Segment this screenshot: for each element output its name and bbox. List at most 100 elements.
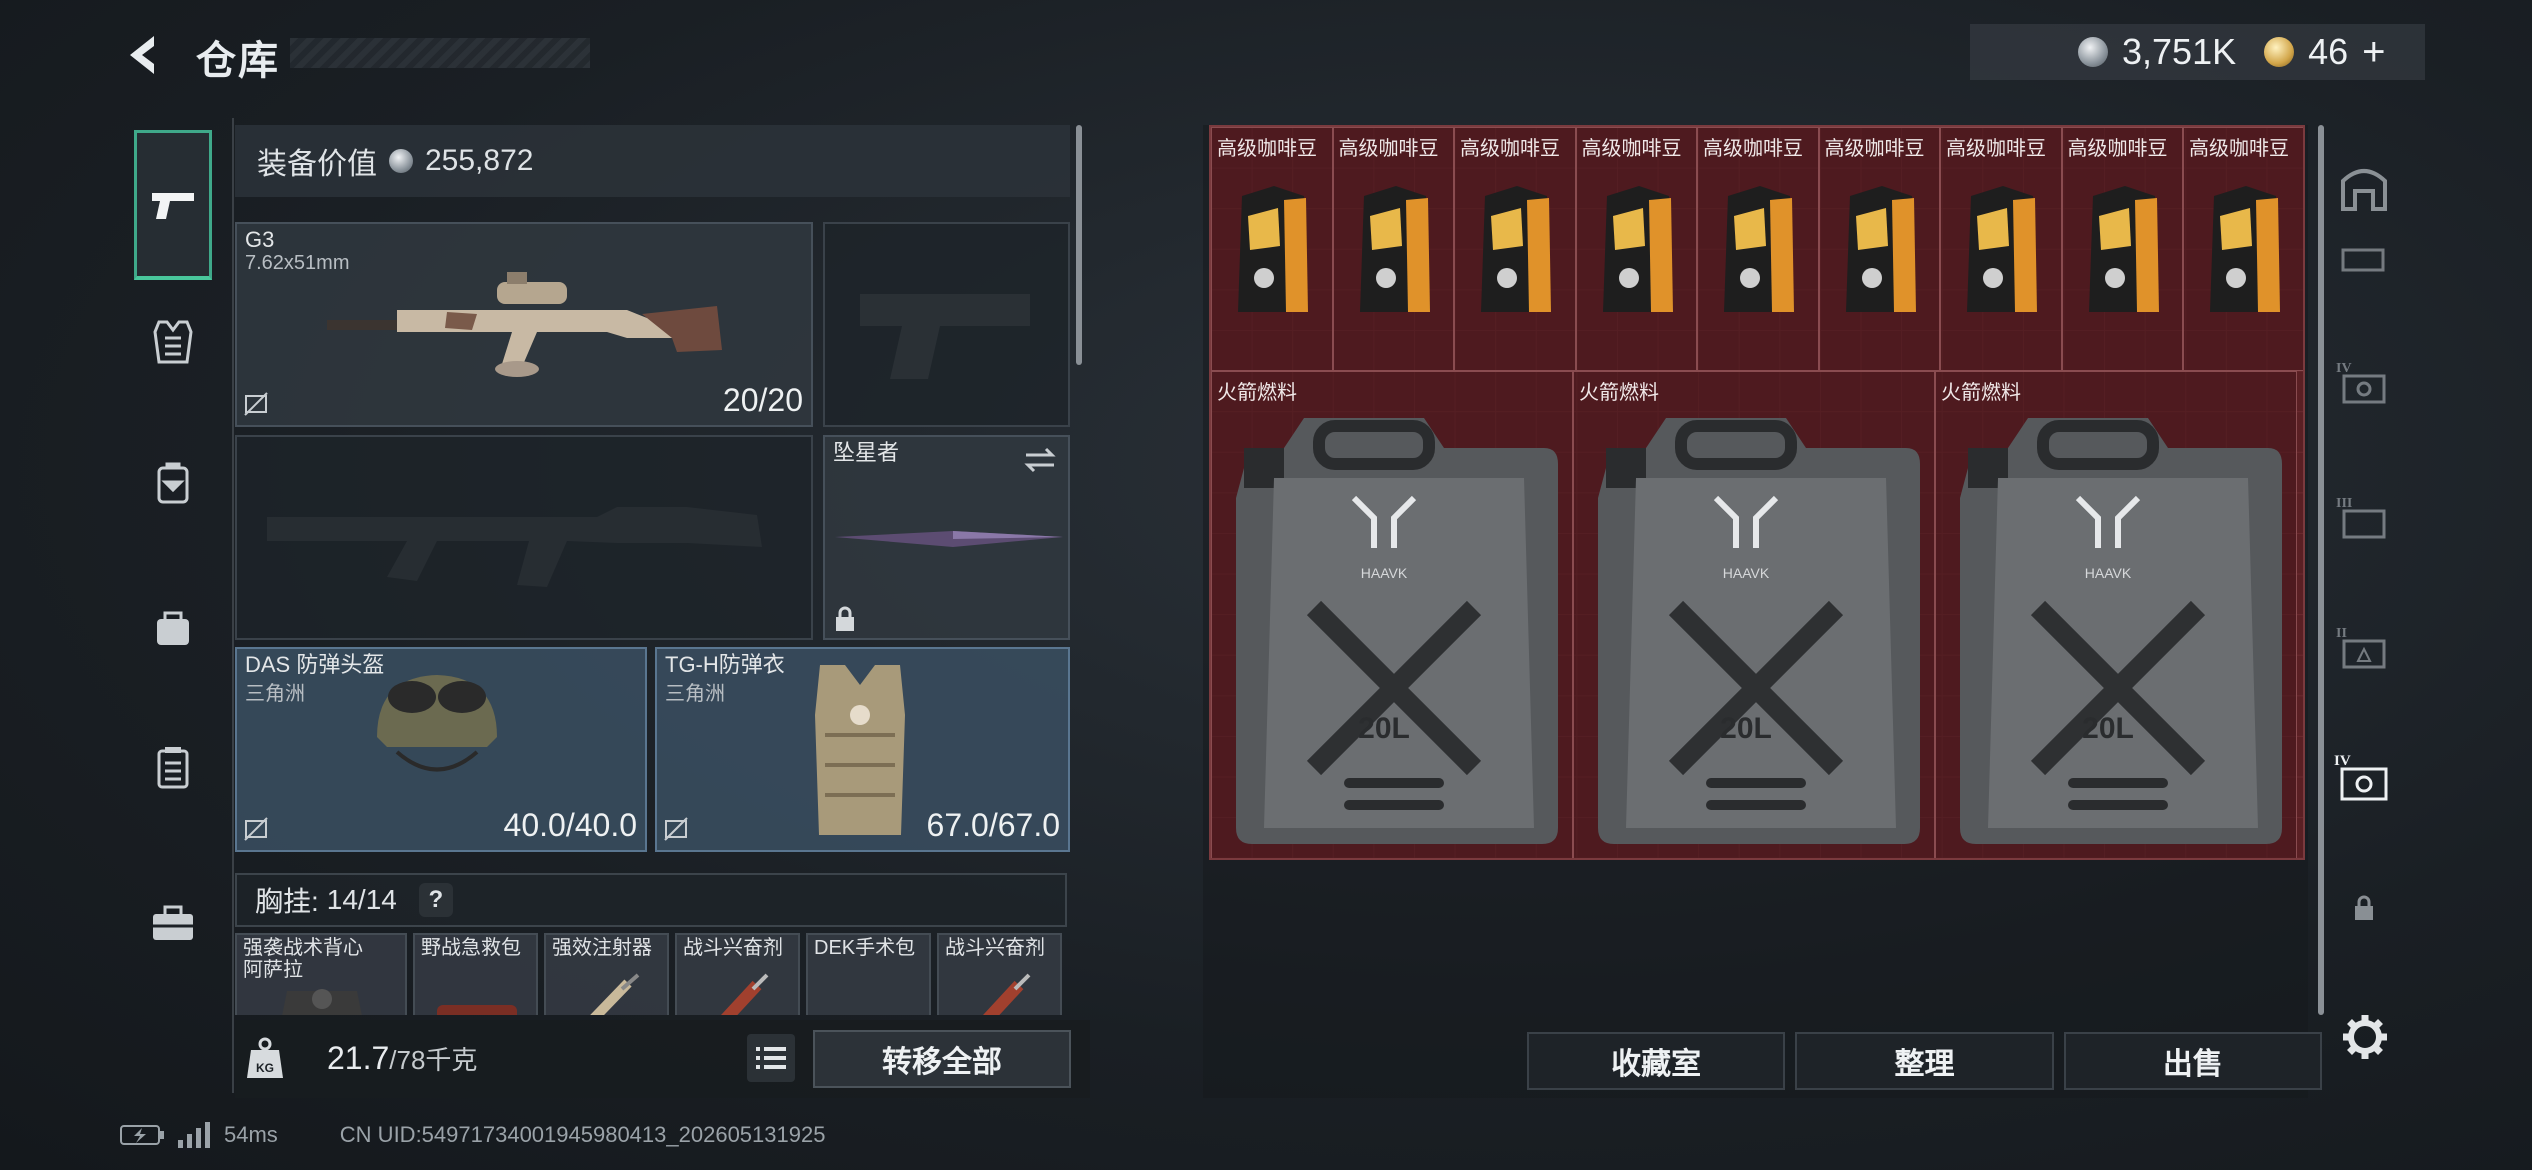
- nav-armor[interactable]: [134, 303, 212, 381]
- loadout-scrollbar[interactable]: [1076, 125, 1082, 365]
- pistol-icon: [152, 192, 194, 219]
- uid-text: CN UID:54971734001945980413_202605131925: [339, 1122, 826, 1147]
- container-icon: [157, 747, 189, 789]
- help-button[interactable]: ?: [418, 883, 453, 917]
- stash-item-rocket-fuel[interactable]: 火箭燃料 HAAVK 20L: [1935, 371, 2297, 858]
- rig-item[interactable]: 强效注射器: [544, 933, 669, 1015]
- stash-page-iii[interactable]: III: [2334, 488, 2394, 548]
- body-armor-slot[interactable]: TG-H防弹衣 三角洲 67.0/67.0: [655, 647, 1070, 852]
- weight-max: /78千克: [389, 1045, 478, 1075]
- stash-grid: 高级咖啡豆 高级咖啡豆 高级咖啡豆 高级咖啡豆 高级咖啡豆 高级咖啡豆 高级咖啡豆 高级咖啡豆…: [1209, 125, 2305, 860]
- lock-icon: [2355, 895, 2373, 920]
- rig-capacity: 14/14: [326, 884, 397, 915]
- stash-tier-iii-icon: III: [2336, 496, 2386, 539]
- toolbox-icon: [153, 905, 193, 940]
- gold-balance: 46: [2308, 31, 2349, 72]
- item-label: 火箭燃料: [1579, 382, 1659, 404]
- rig-item[interactable]: DEK手术包: [806, 933, 931, 1015]
- primary-weapon-slot[interactable]: G3 7.62x51mm 20/20: [235, 222, 813, 427]
- stash-item-coffee[interactable]: 高级咖啡豆: [1454, 127, 1576, 371]
- coffee-bag-image: [1967, 186, 2037, 312]
- coffee-bag-image: [1359, 186, 1430, 312]
- status-line: 54ms CN UID:54971734001945980413_2026051…: [120, 1122, 825, 1148]
- nav-bag[interactable]: [134, 588, 212, 666]
- injector-image: [590, 973, 640, 1015]
- stash-item-rocket-fuel[interactable]: 火箭燃料 HAAVK 20L: [1573, 371, 1935, 858]
- nav-toolbox[interactable]: [134, 883, 212, 961]
- coffee-bag-image: [1724, 186, 1794, 312]
- weapon-durability: 20/20: [722, 382, 803, 418]
- stash-item-coffee[interactable]: 高级咖啡豆: [1697, 127, 1819, 371]
- fuel-brand-text: HAAVK: [2085, 565, 2132, 581]
- nav-container[interactable]: [134, 728, 212, 806]
- item-label: 火箭燃料: [1217, 382, 1297, 404]
- stash-page-v[interactable]: [2334, 238, 2394, 278]
- stash-item-coffee[interactable]: 高级咖啡豆: [1575, 127, 1697, 371]
- stash-page-iv[interactable]: IV: [2334, 353, 2394, 413]
- stash-page-ii[interactable]: II: [2334, 618, 2394, 678]
- helmet-slot[interactable]: DAS 防弹头盔 三角洲 40.0/40.0: [235, 647, 647, 852]
- coffee-bag-image: [1602, 186, 1673, 312]
- item-label: 高级咖啡豆: [1217, 138, 1317, 160]
- swap-icon[interactable]: [1022, 445, 1058, 475]
- nav-weapons[interactable]: [134, 130, 212, 280]
- melee-slot[interactable]: 坠星者: [823, 435, 1070, 640]
- stash-page-iv-active[interactable]: IV: [2334, 748, 2394, 808]
- item-label: 高级咖啡豆: [1703, 138, 1803, 160]
- stash-tier-iv-icon: IV: [2336, 361, 2386, 404]
- helmet-faction: 三角洲: [245, 683, 305, 705]
- jerry-can-image: HAAVK 20L: [1236, 418, 1558, 844]
- backpack-icon: [157, 462, 189, 504]
- vest-image: [815, 665, 905, 835]
- secondary-weapon-slot[interactable]: [235, 435, 813, 640]
- back-button[interactable]: [120, 30, 170, 80]
- stash-item-coffee[interactable]: 高级咖啡豆: [2183, 127, 2303, 371]
- back-arrow-icon: [130, 36, 154, 74]
- no-insurance-icon: [664, 817, 688, 841]
- stash-page-all[interactable]: [2334, 158, 2394, 218]
- stash-page-locked: [2334, 878, 2394, 938]
- rig-item-name: 战斗兴奋剂: [683, 937, 783, 959]
- coffee-bag-image: [1238, 186, 1308, 312]
- item-label: 高级咖啡豆: [1581, 138, 1682, 160]
- rifle-silhouette-icon: [267, 507, 762, 587]
- fuel-capacity-text: 20L: [1720, 712, 1772, 745]
- stash-item-coffee[interactable]: 高级咖啡豆: [1940, 127, 2062, 371]
- weight-current: 21.7: [327, 1040, 390, 1076]
- nav-backpack[interactable]: [134, 443, 212, 521]
- svg-text:KG: KG: [256, 1061, 274, 1075]
- list-view-button[interactable]: [747, 1034, 795, 1082]
- rig-item[interactable]: 战斗兴奋剂: [937, 933, 1062, 1015]
- medkit-image: [437, 1005, 517, 1015]
- collection-button[interactable]: 收藏室: [1527, 1032, 1786, 1090]
- ping-text: 54ms: [224, 1122, 278, 1147]
- svg-text:II: II: [2336, 626, 2347, 641]
- page-title: 仓库: [196, 39, 280, 83]
- rig-item-sub: 阿萨拉: [243, 959, 303, 981]
- stash-item-coffee[interactable]: 高级咖啡豆: [2061, 127, 2183, 371]
- sell-button[interactable]: 出售: [2063, 1032, 2322, 1090]
- weight-text: 21.7/78千克: [327, 1040, 477, 1077]
- settings-button[interactable]: [2338, 1010, 2392, 1064]
- fuel-brand-text: HAAVK: [1361, 565, 1408, 581]
- silver-coin-icon: [2078, 37, 2108, 67]
- stash-item-coffee[interactable]: 高级咖啡豆: [1332, 127, 1454, 371]
- sort-button[interactable]: 整理: [1795, 1032, 2054, 1090]
- pistol-slot[interactable]: [823, 222, 1070, 427]
- lock-icon: [836, 606, 854, 631]
- transfer-all-button[interactable]: 转移全部: [813, 1030, 1071, 1088]
- stash-item-rocket-fuel[interactable]: 火箭燃料 HAAVK 20L: [1211, 371, 1573, 858]
- add-currency-button[interactable]: +: [2362, 30, 2385, 75]
- rig-item-name: 野战急救包: [421, 937, 521, 959]
- rig-item-name: 战斗兴奋剂: [945, 937, 1045, 959]
- rig-item[interactable]: 战斗兴奋剂: [675, 933, 800, 1015]
- tactical-vest-image: [282, 989, 362, 1015]
- helmet-durability: 40.0/40.0: [503, 807, 637, 843]
- stash-item-coffee[interactable]: 高级咖啡豆: [1818, 127, 1940, 371]
- rig-item[interactable]: 野战急救包: [413, 933, 538, 1015]
- stash-item-coffee[interactable]: 高级咖啡豆: [1211, 127, 1333, 371]
- weight-icon: KG: [247, 1037, 283, 1078]
- rig-item[interactable]: 强袭战术背心 阿萨拉: [235, 933, 407, 1015]
- weight-bar: KG 21.7/78千克 转移全部: [235, 1020, 1090, 1098]
- item-label: 高级咖啡豆: [2189, 138, 2289, 160]
